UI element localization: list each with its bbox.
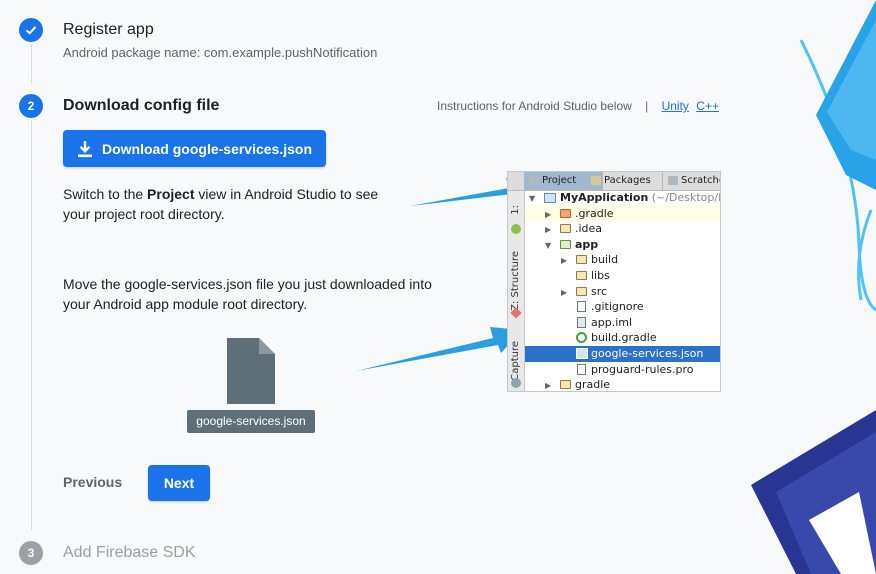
- step-connector: [31, 44, 32, 84]
- previous-button[interactable]: Previous: [63, 474, 122, 490]
- tree-row-app-iml: app.iml: [525, 315, 720, 331]
- ide-side-toolbar: 1: Z: Structure Capture: [508, 191, 525, 391]
- gradle-icon: [576, 332, 587, 344]
- unity-link[interactable]: Unity: [662, 99, 689, 113]
- folder-icon: [576, 286, 587, 296]
- ide-tab-bar: Project Packages Scratche: [508, 172, 720, 191]
- json-file-icon: [576, 348, 588, 359]
- file-icon: [577, 301, 586, 313]
- switch-view-text: Switch to the Project view in Android St…: [63, 184, 393, 224]
- check-icon: [25, 26, 37, 35]
- download-config-label: Download google-services.json: [101, 140, 313, 157]
- file-icon: [227, 338, 275, 404]
- tree-label-gradle: gradle: [575, 378, 611, 392]
- tree-label-app: app: [575, 237, 599, 251]
- file-label: google-services.json: [187, 410, 315, 433]
- side-tab-capture: Capture: [510, 341, 521, 381]
- download-icon: [77, 140, 92, 157]
- folder-icon: [560, 380, 571, 390]
- project-tab-icon: [529, 176, 539, 185]
- android-studio-project-view: Project Packages Scratche 1: Z: Structur…: [507, 171, 721, 392]
- ide-tab-project-label: Project: [542, 175, 577, 186]
- folder-icon: [560, 224, 571, 234]
- tree-row-libs: libs: [525, 268, 720, 284]
- tree-row-app: ▼ app: [525, 237, 720, 253]
- folder-icon: [576, 271, 587, 280]
- file-icon: [577, 316, 586, 328]
- arrow-to-json-file: [356, 327, 522, 371]
- tree-suffix-myapplication: (~/Desktop/My: [651, 191, 720, 204]
- next-button[interactable]: Next: [148, 465, 210, 501]
- instructions-text: Instructions for Android Studio below: [437, 99, 632, 113]
- expand-closed-icon: ▶: [545, 225, 552, 235]
- instructions-separator: |: [645, 99, 649, 113]
- download-config-button[interactable]: Download google-services.json: [63, 130, 326, 167]
- move-file-text: Move the google-services.json file you j…: [63, 276, 432, 312]
- android-icon: [511, 224, 521, 234]
- capture-icon: [511, 378, 521, 388]
- packages-tab-icon: [591, 176, 601, 185]
- ide-tab-packages: Packages: [586, 172, 663, 190]
- ide-tab-packages-label: Packages: [604, 175, 651, 186]
- side-tab-1: 1:: [510, 205, 521, 215]
- file-icon: [577, 363, 586, 375]
- switch-text-bold: Project: [147, 186, 195, 202]
- step-2-circle: 2: [19, 94, 43, 118]
- step-connector: [31, 120, 32, 530]
- expand-open-icon: ▼: [545, 240, 552, 250]
- tree-row-gradle: ▶ gradle: [525, 377, 720, 392]
- tree-label-gitignore: .gitignore: [591, 300, 644, 314]
- module-icon: [544, 193, 556, 203]
- module-folder-icon: [560, 239, 571, 249]
- ide-tab-scratches: Scratche: [663, 172, 721, 190]
- tree-row-gitignore: .gitignore: [525, 299, 720, 315]
- step-3-circle: 3: [19, 541, 43, 565]
- scratches-tab-icon: [668, 176, 678, 185]
- tree-label-build: build: [591, 253, 619, 267]
- tree-label-proguard: proguard-rules.pro: [591, 362, 694, 376]
- tree-label-app-iml: app.iml: [591, 315, 633, 329]
- side-tab-structure: Z: Structure: [510, 251, 521, 311]
- tree-row-idea: ▶ .idea: [525, 221, 720, 237]
- tree-row-gradle-dir: ▶ .gradle: [525, 205, 720, 222]
- expand-closed-icon: ▶: [561, 287, 568, 297]
- step-3-title: Add Firebase SDK: [63, 544, 196, 561]
- folder-icon: [576, 255, 587, 265]
- tree-label-gradle-dir: .gradle: [575, 206, 614, 220]
- folder-icon: [560, 208, 571, 218]
- tree-label-build-gradle: build.gradle: [591, 331, 657, 345]
- switch-text-before: Switch to the: [63, 186, 148, 202]
- step-1-title: Register app: [63, 21, 154, 38]
- step-2-title: Download config file: [63, 97, 220, 114]
- expand-open-icon: ▼: [529, 194, 536, 203]
- device-illustration: [751, 0, 876, 574]
- tree-row-myapplication: ▼ MyApplication (~/Desktop/My: [525, 190, 720, 206]
- tree-row-src: ▶ src: [525, 284, 720, 300]
- instructions-bar: Instructions for Android Studio below | …: [437, 99, 719, 113]
- cpp-link[interactable]: C++: [696, 99, 719, 113]
- tree-label-src: src: [591, 284, 608, 298]
- tree-label-idea: .idea: [575, 222, 603, 236]
- tree-label-myapplication: MyApplication: [560, 191, 649, 204]
- tree-label-google-services-json: google-services.json: [591, 347, 704, 360]
- tree-row-google-services-json: google-services.json: [525, 346, 720, 362]
- tree-row-proguard: proguard-rules.pro: [525, 362, 720, 378]
- tree-row-build: ▶ build: [525, 252, 720, 268]
- step-1-subtitle: Android package name: com.example.pushNo…: [63, 45, 378, 60]
- expand-closed-icon: ▶: [545, 381, 552, 391]
- expand-closed-icon: ▶: [561, 256, 568, 266]
- tree-row-build-gradle: build.gradle: [525, 330, 720, 346]
- expand-closed-icon: ▶: [545, 209, 552, 219]
- step-1-done-circle: [19, 18, 43, 42]
- ide-tab-scratches-label: Scratche: [681, 175, 721, 186]
- tree-label-libs: libs: [591, 269, 610, 282]
